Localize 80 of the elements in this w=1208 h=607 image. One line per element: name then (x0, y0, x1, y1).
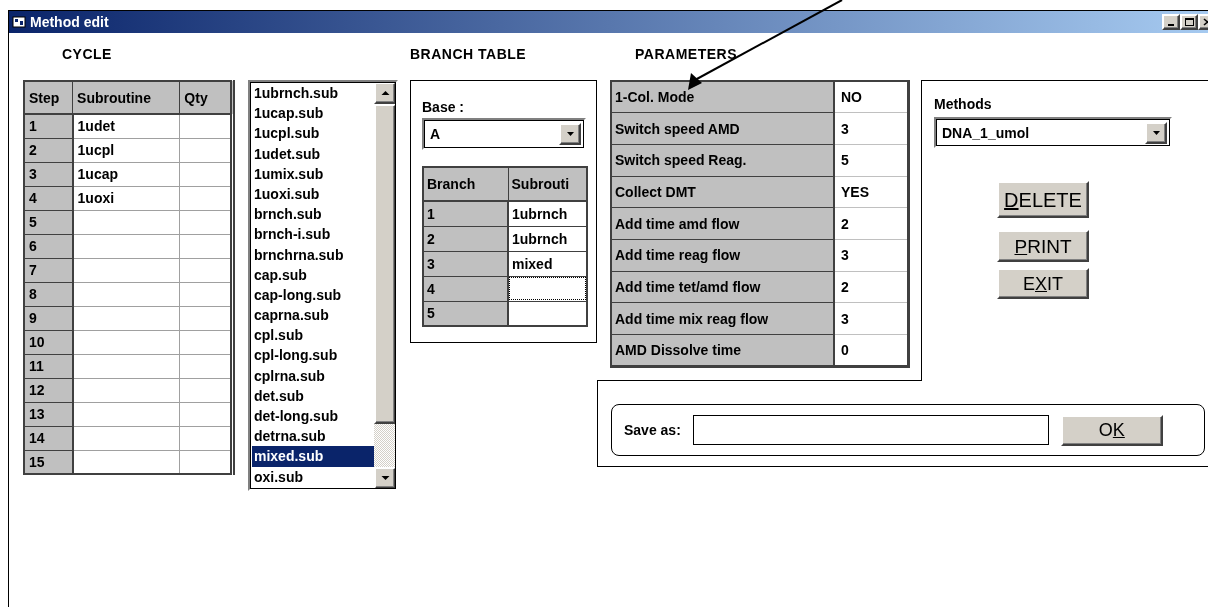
row-header: Add time reag flow (611, 239, 834, 272)
table-cell[interactable]: YES (834, 176, 909, 208)
list-item[interactable]: caprna.sub (252, 305, 374, 326)
row-header: 7 (24, 258, 73, 282)
row-header: 9 (24, 306, 73, 330)
row-header: 15 (24, 450, 73, 474)
row-header: 14 (24, 426, 73, 450)
list-item[interactable]: cpl.sub (252, 325, 374, 346)
row-header: 11 (24, 354, 73, 378)
list-item[interactable]: brnch-i.sub (252, 224, 374, 245)
row-header: 5 (24, 210, 73, 234)
list-item[interactable]: brnchrna.sub (252, 244, 374, 265)
list-item[interactable]: brnch.sub (252, 204, 374, 225)
methods-dropdown[interactable]: DNA_1_umol (934, 117, 1172, 148)
table-cell: 1ucap (72, 162, 180, 186)
row-header: AMD Dissolve time (611, 334, 834, 367)
section-heading: PARAMETERS (635, 46, 737, 62)
table-cell[interactable]: 3 (834, 302, 909, 335)
row-header: 8 (24, 282, 73, 306)
table-cell: 1ucpl (72, 138, 180, 162)
table-cell[interactable]: NO (834, 81, 909, 113)
column-header: Subrouti (508, 167, 587, 201)
list-item[interactable]: cap.sub (252, 264, 374, 285)
delete-button[interactable]: DELETE (997, 181, 1089, 218)
field-label: Base : (422, 99, 466, 117)
list-item[interactable]: detrna.sub (252, 426, 374, 447)
column-header: Qty (179, 81, 233, 114)
list-item[interactable]: 1ucap.sub (252, 103, 374, 124)
row-header: 6 (24, 234, 73, 258)
table-cell[interactable]: 3 (834, 239, 909, 272)
row-header: Add time amd flow (611, 207, 834, 240)
table-cell: 1uoxi (72, 186, 180, 210)
exit-button[interactable]: EXIT (997, 268, 1089, 299)
window-title: Method edit (30, 14, 109, 30)
list-item[interactable]: cap-long.sub (252, 284, 374, 306)
list-item[interactable]: det.sub (252, 385, 374, 406)
row-header: Switch speed AMD (611, 112, 834, 145)
row-header: Add time mix reag flow (611, 302, 834, 335)
list-item[interactable]: cpl-long.sub (252, 345, 374, 366)
list-item[interactable]: mixed.sub (252, 446, 374, 467)
table-cell[interactable]: 0 (834, 334, 909, 367)
table-cell[interactable]: 2 (834, 271, 909, 303)
row-header: 3 (24, 162, 73, 186)
column-header: Branch (423, 167, 508, 201)
row-header: 4 (24, 186, 73, 210)
row-header: 2 (24, 138, 73, 162)
field-label: Methods (934, 96, 993, 114)
row-header: 10 (24, 330, 73, 354)
row-header: 1-Col. Mode (611, 81, 834, 113)
print-button[interactable]: PRINT (997, 230, 1089, 262)
row-header: 2 (423, 226, 508, 251)
row-header: 4 (423, 276, 508, 301)
table-cell: 1udet (72, 114, 180, 138)
row-header: 5 (423, 301, 508, 326)
row-header: 13 (24, 402, 73, 426)
list-item[interactable]: 1umix.sub (252, 163, 374, 184)
row-header: 1 (423, 201, 508, 226)
table-cell[interactable]: 5 (834, 144, 909, 177)
section-heading: BRANCH TABLE (410, 46, 527, 62)
row-header: Add time tet/amd flow (611, 271, 834, 303)
list-item[interactable]: 1ucpl.sub (252, 123, 374, 144)
row-header: 12 (24, 378, 73, 402)
list-item[interactable]: cplrna.sub (252, 365, 374, 386)
list-item[interactable]: 1ubrnch.sub (252, 83, 374, 104)
list-item[interactable]: det-long.sub (252, 406, 374, 427)
list-item[interactable]: oxi.sub (252, 466, 374, 487)
row-header: 3 (423, 251, 508, 276)
list-item[interactable]: 1udet.sub (252, 143, 374, 164)
row-header: Collect DMT (611, 176, 834, 208)
table-cell[interactable]: 2 (834, 207, 909, 240)
ok-button[interactable]: OK (1060, 414, 1163, 446)
column-header: Subroutine (72, 81, 180, 114)
base-dropdown[interactable]: A (422, 118, 586, 150)
section-heading: CYCLE (62, 46, 112, 62)
table-cell[interactable]: 3 (834, 112, 909, 145)
row-header: 1 (24, 114, 73, 138)
list-item[interactable]: 1uoxi.sub (252, 183, 374, 205)
field-label: Save as: (624, 422, 681, 438)
row-header: Switch speed Reag. (611, 144, 834, 177)
column-header: Step (24, 81, 73, 114)
